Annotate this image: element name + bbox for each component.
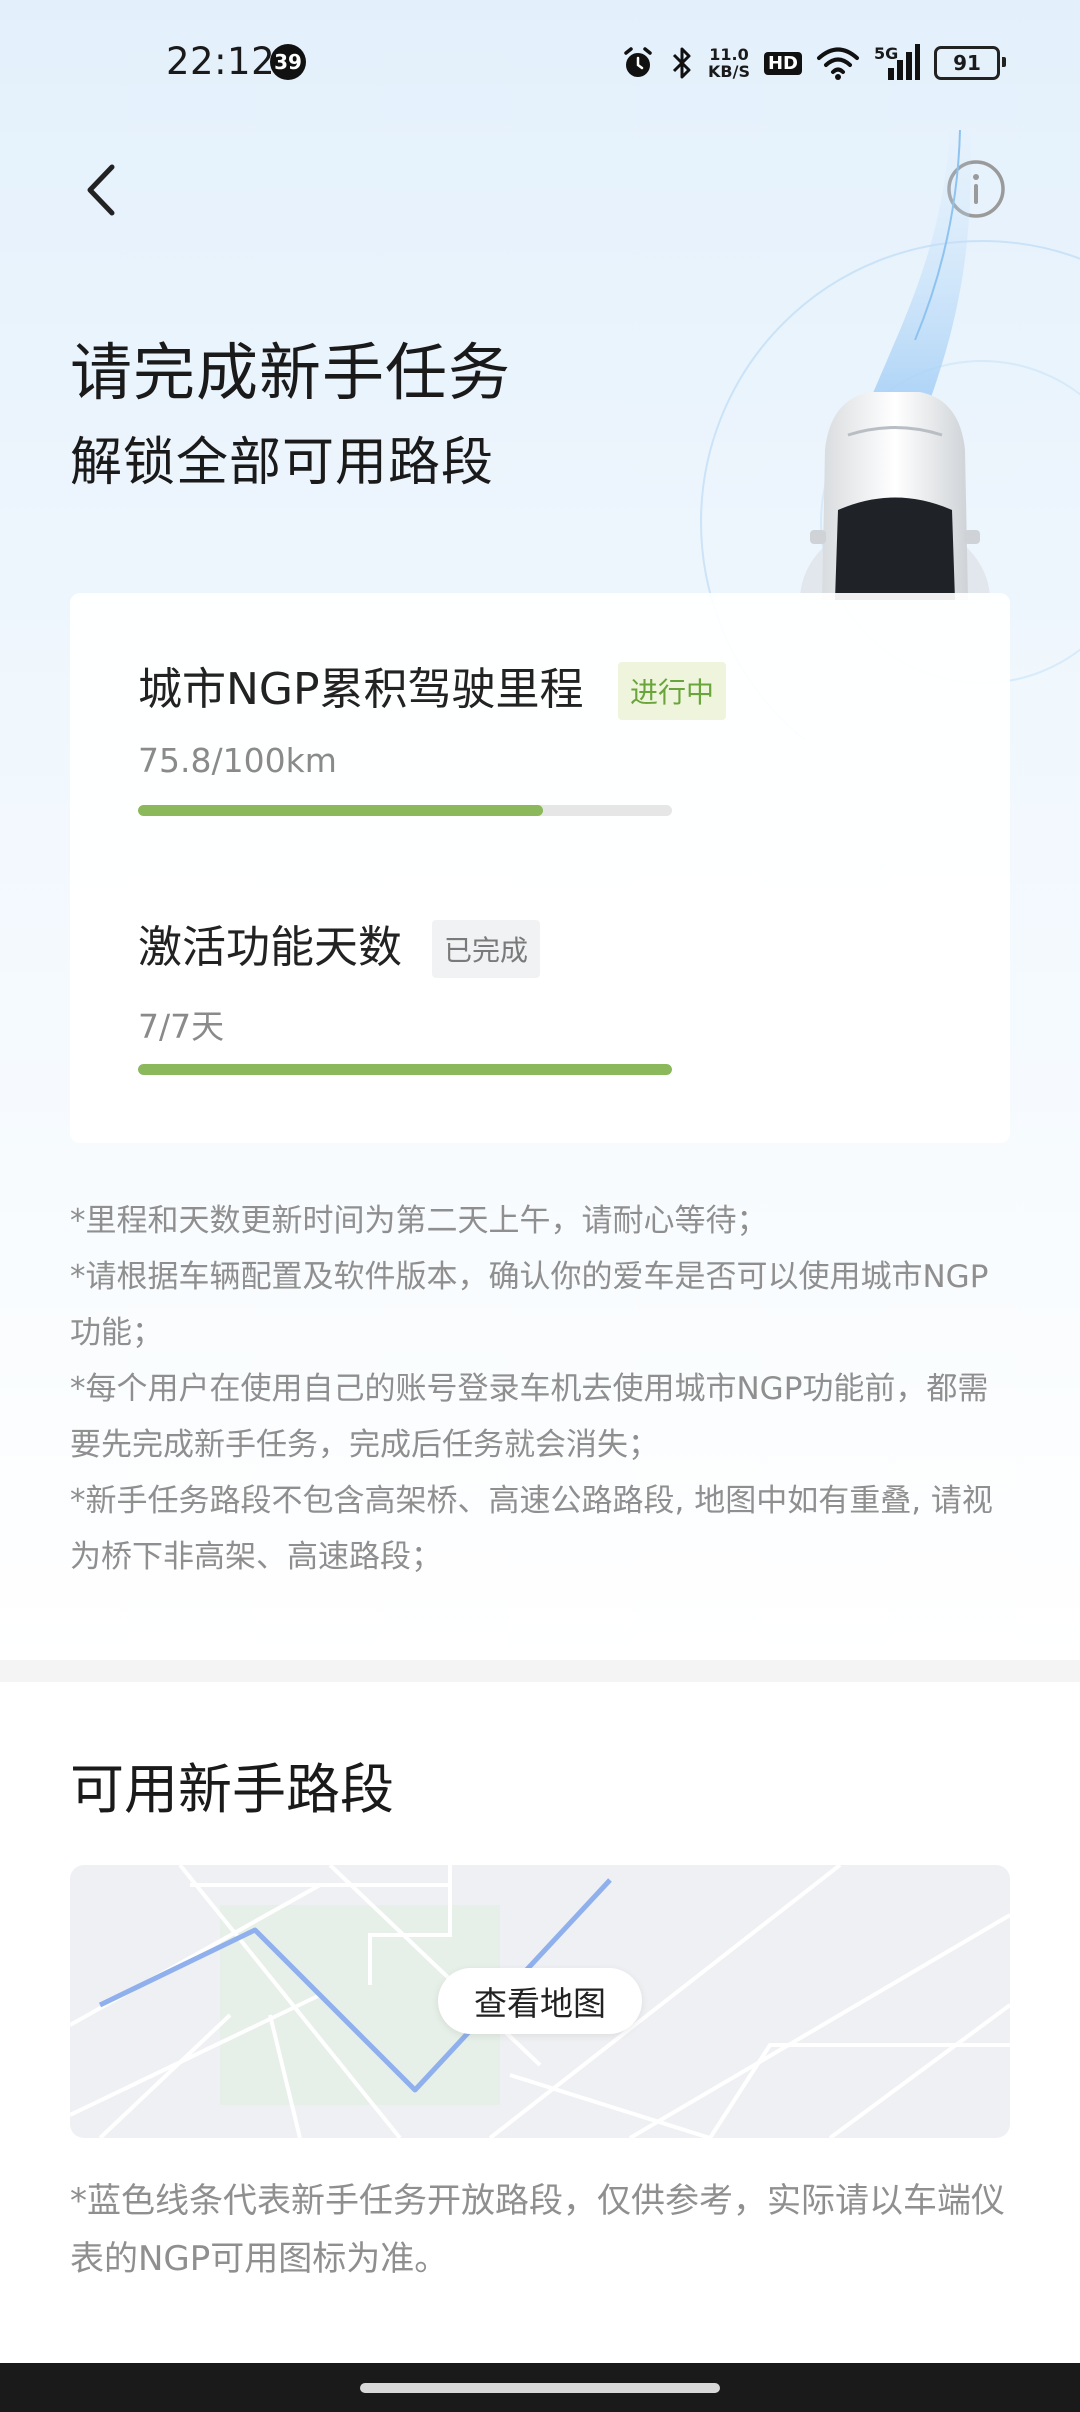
- view-map-button[interactable]: 查看地图: [438, 1968, 642, 2034]
- status-icons: 11.0 KB/S HD 5G 91: [620, 38, 1006, 88]
- status-badge-done: 已完成: [432, 920, 541, 978]
- cell-signal-icon: 5G: [874, 44, 920, 82]
- task-value-days: 7/7天: [138, 1007, 225, 1046]
- task-name-mileage: 城市NGP累积驾驶里程: [138, 664, 584, 715]
- page-subtitle: 解锁全部可用路段: [70, 433, 495, 493]
- progress-bar-days: [138, 1064, 672, 1075]
- task-card: 城市NGP累积驾驶里程 进行中 75.8/100km 激活功能天数 已完成 7/…: [70, 593, 1010, 1143]
- status-time: 22:12: [166, 40, 276, 83]
- progress-bar-mileage: [138, 805, 672, 816]
- status-bar: 22:12 39 11.0 KB/S HD 5G 91: [0, 0, 1080, 126]
- hd-badge: HD: [763, 51, 802, 75]
- status-badge-in-progress: 进行中: [618, 662, 727, 720]
- task-notes: *里程和天数更新时间为第二天上午，请耐心等待； *请根据车辆配置及软件版本，确认…: [70, 1193, 1010, 1585]
- alarm-icon: [624, 47, 652, 77]
- progress-fill-days: [138, 1064, 672, 1075]
- note-item: *请根据车辆配置及软件版本，确认你的爱车是否可以使用城市NGP功能；: [70, 1259, 989, 1351]
- routes-section-title: 可用新手路段: [70, 1758, 394, 1821]
- note-item: *新手任务路段不包含高架桥、高速公路路段, 地图中如有重叠, 请视为桥下非高架、…: [70, 1483, 993, 1575]
- page-title: 请完成新手任务: [70, 336, 512, 409]
- back-button[interactable]: [70, 155, 140, 225]
- note-item: *里程和天数更新时间为第二天上午，请耐心等待；: [70, 1203, 768, 1239]
- note-item: *每个用户在使用自己的账号登录车机去使用城市NGP功能前，都需要先完成新手任务，…: [70, 1371, 989, 1463]
- chevron-left-icon: [87, 164, 115, 216]
- home-gesture-handle[interactable]: [360, 2383, 720, 2393]
- battery-indicator: 91: [934, 46, 1006, 80]
- wifi-icon: [817, 47, 859, 80]
- bluetooth-icon: [672, 47, 691, 79]
- network-speed: 11.0 KB/S: [708, 45, 750, 81]
- notification-badge: 39: [270, 44, 306, 80]
- task-value-mileage: 75.8/100km: [138, 741, 337, 780]
- route-map-preview[interactable]: 查看地图: [70, 1865, 1010, 2138]
- map-note: *蓝色线条代表新手任务开放路段，仅供参考，实际请以车端仪表的NGP可用图标为准。: [70, 2181, 1005, 2279]
- section-divider: [0, 1660, 1080, 1682]
- car-illustration: [800, 130, 990, 600]
- task-name-days: 激活功能天数: [138, 922, 402, 973]
- progress-fill-mileage: [138, 805, 543, 816]
- system-nav-bar: [0, 2363, 1080, 2412]
